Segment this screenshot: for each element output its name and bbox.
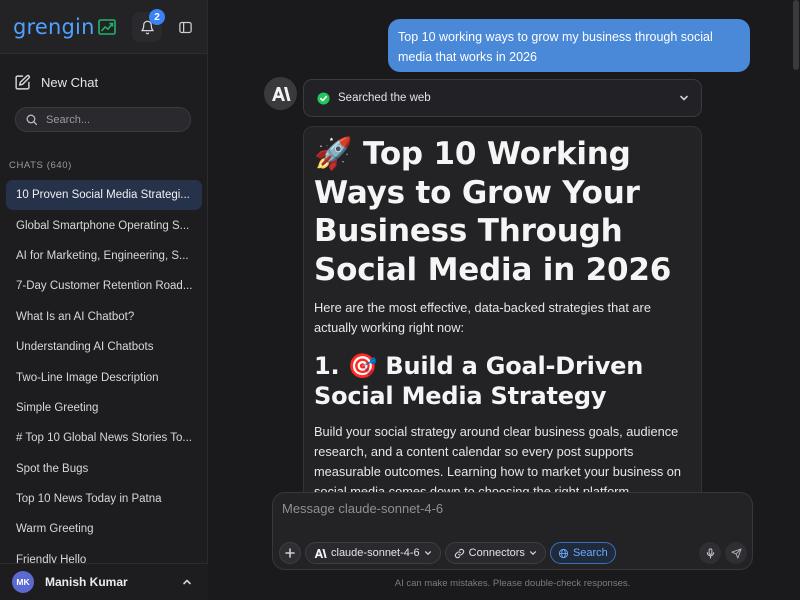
- response-title: 🚀 Top 10 Working Ways to Grow Your Busin…: [314, 135, 691, 289]
- new-chat-label: New Chat: [41, 74, 99, 90]
- disclaimer: AI can make mistakes. Please double-chec…: [394, 578, 631, 589]
- target-icon: 🎯: [347, 352, 378, 380]
- assistant-avatar: [264, 77, 297, 110]
- chat-item[interactable]: Friendly Hello: [6, 545, 202, 564]
- logo[interactable]: grengin: [13, 15, 116, 39]
- chat-item[interactable]: # Top 10 Global News Stories To...: [6, 423, 202, 453]
- scrollbar-thumb[interactable]: [793, 0, 799, 70]
- notification-badge: 2: [149, 9, 165, 25]
- section-body: Build your social strategy around clear …: [314, 424, 682, 499]
- response-title-text: Top 10 Working Ways to Grow Your Busines…: [314, 136, 672, 288]
- edit-icon: [15, 74, 30, 90]
- chat-item[interactable]: Spot the Bugs: [6, 454, 202, 484]
- connectors-label: Connectors: [468, 547, 525, 559]
- response-intro: Here are the most effective, data-backed…: [314, 300, 651, 335]
- link-icon: [454, 548, 464, 558]
- assistant-response: 🚀 Top 10 Working Ways to Grow Your Busin…: [303, 126, 702, 506]
- avatar: MK: [12, 571, 34, 593]
- brand-bar: grengin 2: [0, 0, 207, 54]
- sidebar: grengin 2 New Chat Search... CHATS (640)…: [0, 0, 208, 600]
- chats-count-label: CHATS (640): [9, 160, 72, 171]
- chevron-down-icon: [529, 551, 536, 556]
- chart-logo-icon: [97, 18, 116, 35]
- app-root: grengin 2 New Chat Search... CHATS (640)…: [0, 0, 800, 600]
- new-chat-button[interactable]: New Chat: [14, 70, 98, 94]
- chat-item[interactable]: Warm Greeting: [6, 514, 202, 544]
- chat-main: Top 10 working ways to grow my business …: [208, 0, 800, 600]
- search-status-label: Searched the web: [338, 92, 431, 104]
- chat-scrollbar[interactable]: [792, 0, 800, 560]
- search-icon: [26, 114, 38, 126]
- voice-input-button[interactable]: [699, 542, 721, 564]
- chevron-down-icon: [424, 551, 431, 556]
- message-composer: claude-sonnet-4-6 Connectors: [272, 492, 753, 570]
- chat-item[interactable]: Global Smartphone Operating S...: [6, 210, 202, 240]
- attach-button[interactable]: [279, 542, 301, 564]
- chevron-up-icon: [183, 579, 191, 585]
- user-name: Manish Kumar: [45, 575, 128, 589]
- rocket-icon: 🚀: [314, 136, 353, 172]
- send-icon: [730, 547, 742, 559]
- anthropic-logo-icon: [314, 548, 327, 558]
- chat-item[interactable]: Simple Greeting: [6, 393, 202, 423]
- check-circle-icon: [317, 91, 330, 105]
- section-number: 1.: [314, 352, 340, 380]
- user-menu[interactable]: MK Manish Kumar: [0, 563, 208, 600]
- chat-list: 10 Proven Social Media Strategi... Globa…: [6, 180, 202, 564]
- model-label: claude-sonnet-4-6: [331, 547, 420, 559]
- logo-text: grengin: [13, 14, 95, 39]
- message-input[interactable]: [282, 501, 742, 525]
- chat-item[interactable]: What Is an AI Chatbot?: [6, 302, 202, 332]
- model-selector[interactable]: claude-sonnet-4-6: [305, 542, 441, 564]
- user-message-bubble: Top 10 working ways to grow my business …: [388, 19, 750, 72]
- chat-item[interactable]: 10 Proven Social Media Strategi...: [6, 180, 202, 211]
- chat-item[interactable]: Top 10 News Today in Patna: [6, 484, 202, 514]
- chat-search-input[interactable]: [46, 113, 186, 126]
- anthropic-logo-icon: [271, 86, 290, 101]
- notifications-button[interactable]: 2: [132, 9, 165, 42]
- chat-item[interactable]: Understanding AI Chatbots: [6, 332, 202, 362]
- connectors-selector[interactable]: Connectors: [444, 542, 546, 564]
- web-search-status[interactable]: Searched the web: [303, 79, 702, 117]
- chevron-down-icon: [680, 95, 688, 101]
- web-search-toggle[interactable]: Search: [549, 542, 616, 564]
- plus-icon: [285, 548, 295, 558]
- section-heading: 1. 🎯 Build a Goal-Driven Social Media St…: [314, 351, 691, 411]
- search-toggle-label: Search: [572, 547, 608, 559]
- chat-search[interactable]: [15, 107, 191, 132]
- chat-item[interactable]: 7-Day Customer Retention Road...: [6, 271, 202, 301]
- toggle-sidebar-button[interactable]: [172, 14, 198, 40]
- microphone-icon: [706, 547, 714, 559]
- globe-icon: [558, 548, 569, 558]
- sidebar-panel-icon: [178, 21, 192, 33]
- send-button[interactable]: [725, 542, 747, 564]
- chat-item[interactable]: Two-Line Image Description: [6, 362, 202, 392]
- composer-toolbar: claude-sonnet-4-6 Connectors Search: [279, 542, 616, 564]
- chat-item[interactable]: AI for Marketing, Engineering, S...: [6, 241, 202, 271]
